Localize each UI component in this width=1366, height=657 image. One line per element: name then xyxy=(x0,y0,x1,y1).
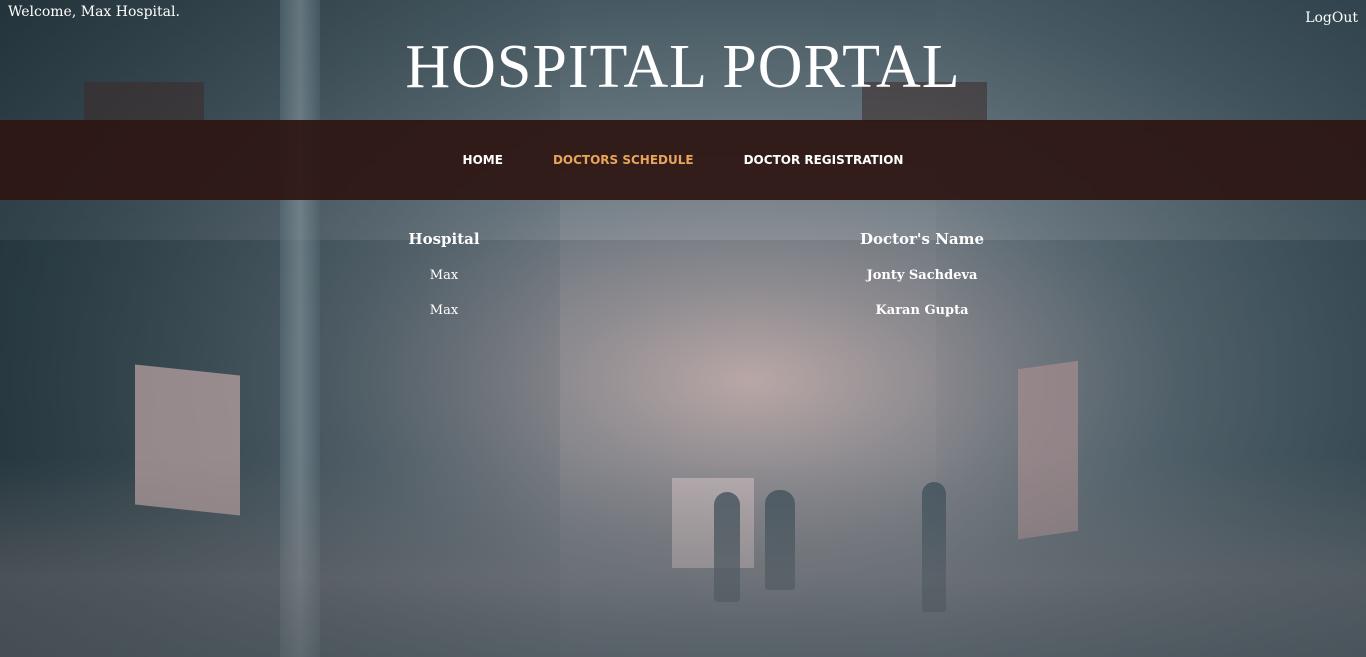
page-title: HOSPITAL PORTAL xyxy=(405,33,961,101)
nav-doctor-registration[interactable]: DOCTOR REGISTRATION xyxy=(744,153,904,167)
bg-floor xyxy=(0,457,1366,657)
column-header-hospital: Hospital xyxy=(408,230,480,248)
column-header-doctor-name: Doctor's Name xyxy=(859,230,985,248)
table-cell-hospital: Max xyxy=(429,268,459,283)
nav-doctors-schedule[interactable]: DOCTORS SCHEDULE xyxy=(553,153,694,167)
logout-link[interactable]: LogOut xyxy=(1305,10,1358,26)
table-cell-doctor: Karan Gupta xyxy=(875,303,969,318)
table-cell-doctor: Jonty Sachdeva xyxy=(866,268,978,283)
welcome-message: Welcome, Max Hospital. xyxy=(8,4,180,20)
main-navbar: HOME DOCTORS SCHEDULE DOCTOR REGISTRATIO… xyxy=(0,120,1366,200)
nav-home[interactable]: HOME xyxy=(463,153,503,167)
table-cell-hospital: Max xyxy=(429,303,459,318)
